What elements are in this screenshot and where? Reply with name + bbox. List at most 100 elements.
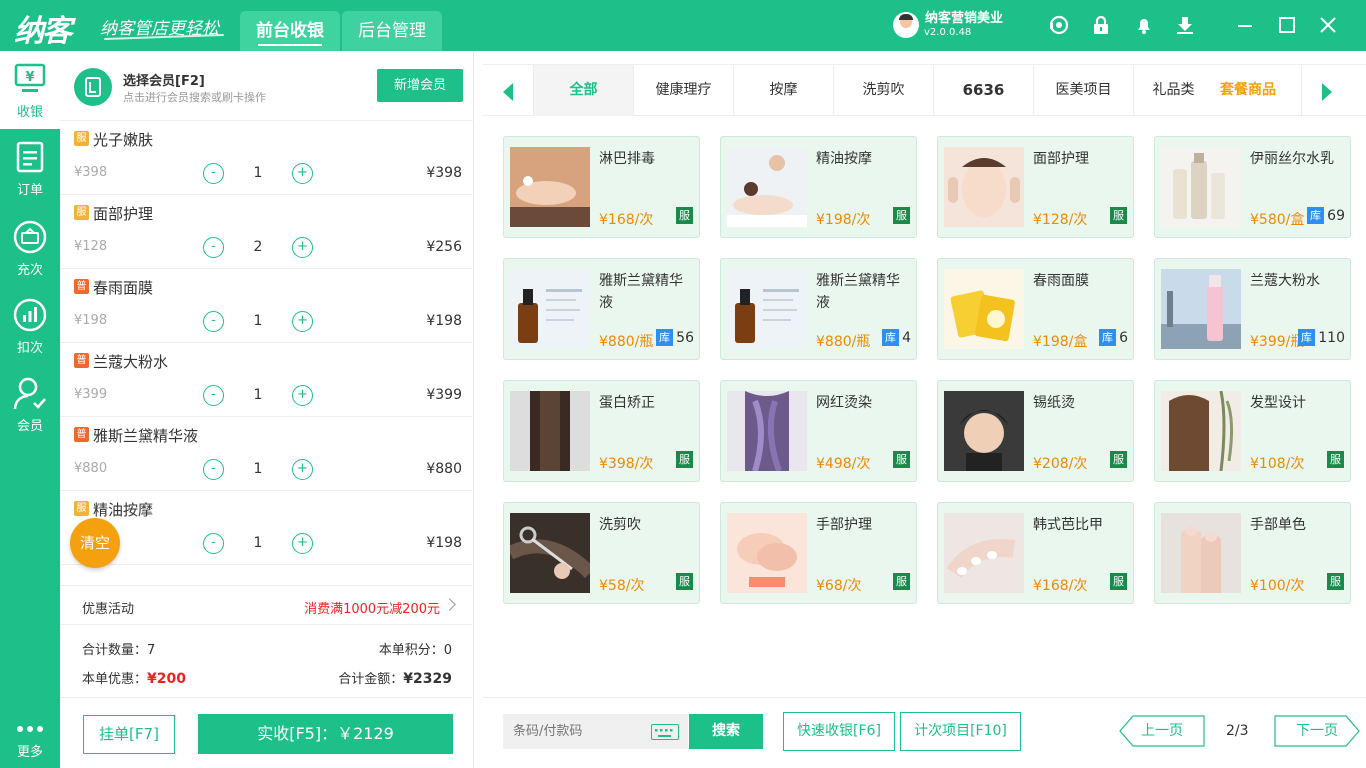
cart-line-item[interactable]: 服面部护理 ¥128 -2 + ¥256 xyxy=(60,195,472,269)
next-page-button[interactable]: 下一页 xyxy=(1274,715,1360,747)
sidebar-item-deduct[interactable]: 扣次 xyxy=(0,287,60,365)
points-value: 0 xyxy=(443,643,452,658)
item-qty[interactable]: 1 xyxy=(240,387,276,403)
tab-category-health[interactable]: 健康理疗 xyxy=(633,65,733,116)
points-label: 本单积分： xyxy=(378,643,444,658)
product-card[interactable]: 洗剪吹 ¥58/次 服 xyxy=(503,502,700,604)
product-card[interactable]: 精油按摩 ¥198/次 服 xyxy=(720,136,917,238)
cart-line-item[interactable]: 普春雨面膜 ¥198 -1 + ¥198 xyxy=(60,269,472,343)
more-icon xyxy=(17,726,43,732)
item-qty[interactable]: 1 xyxy=(240,165,276,181)
promotion-row[interactable]: 优惠活动 消费满1000元减200元 xyxy=(60,585,472,625)
product-price: ¥399/瓶 xyxy=(1250,334,1305,350)
sidebar-item-member[interactable]: 会员 xyxy=(0,365,60,443)
decrease-qty-button[interactable]: - xyxy=(203,533,224,554)
search-button[interactable]: 搜索 xyxy=(689,714,763,749)
product-image xyxy=(944,391,1024,471)
product-card[interactable]: 手部护理 ¥68/次 服 xyxy=(720,502,917,604)
service-badge: 服 xyxy=(676,573,693,590)
product-price: ¥108/次 xyxy=(1250,456,1305,472)
clear-cart-button[interactable]: 清空 xyxy=(70,518,120,568)
bottom-toolbar: 搜索 快速收银[F6] 计次项目[F10] 上一页 2/3 下一页 xyxy=(483,697,1366,768)
pay-button[interactable]: 实收[F5]：￥2129 xyxy=(198,714,453,754)
item-qty[interactable]: 2 xyxy=(240,239,276,255)
support-icon[interactable] xyxy=(1048,14,1070,36)
tab-category-hair[interactable]: 洗剪吹 xyxy=(833,65,933,116)
tab-category-6636[interactable]: 6636 xyxy=(933,65,1033,116)
increase-qty-button[interactable]: + xyxy=(292,163,313,184)
cart-line-item[interactable]: 服精油按摩 -1 + ¥198 xyxy=(60,491,472,565)
category-next-arrow[interactable] xyxy=(1301,65,1351,117)
increase-qty-button[interactable]: + xyxy=(292,459,313,480)
product-name: 面部护理 xyxy=(1033,151,1089,167)
product-card[interactable]: 春雨面膜 ¥198/盒库 6 xyxy=(937,258,1134,360)
product-card[interactable]: 锡纸烫 ¥208/次 服 xyxy=(937,380,1134,482)
product-panel: 全部 健康理疗 按摩 洗剪吹 6636 医美项目 礼品类 套餐商品 淋巴排毒 ¥1… xyxy=(483,51,1366,768)
product-card[interactable]: 淋巴排毒 ¥168/次 服 xyxy=(503,136,700,238)
decrease-qty-button[interactable]: - xyxy=(203,459,224,480)
sidebar-item-orders[interactable]: 订单 xyxy=(0,129,60,207)
minimize-icon[interactable] xyxy=(1234,14,1256,36)
product-name: 伊丽丝尔水乳 xyxy=(1250,151,1334,167)
tab-category-combo[interactable]: 套餐商品 xyxy=(1220,65,1276,116)
product-card[interactable]: 兰蔻大粉水 ¥399/瓶库 110 xyxy=(1154,258,1351,360)
close-icon[interactable] xyxy=(1317,14,1339,36)
product-card[interactable]: 网红烫染 ¥498/次 服 xyxy=(720,380,917,482)
category-prev-arrow[interactable] xyxy=(483,65,533,117)
sidebar-item-label: 订单 xyxy=(16,183,43,198)
product-card[interactable]: 手部单色 ¥100/次 服 xyxy=(1154,502,1351,604)
triangle-left-icon xyxy=(503,83,513,101)
tab-category-medical[interactable]: 医美项目 xyxy=(1033,65,1133,116)
increase-qty-button[interactable]: + xyxy=(292,237,313,258)
barcode-input[interactable] xyxy=(503,714,643,749)
deduct-icon xyxy=(13,298,47,332)
cart-line-item[interactable]: 普兰蔻大粉水 ¥399 -1 + ¥399 xyxy=(60,343,472,417)
cart-line-item[interactable]: 普雅斯兰黛精华液 ¥880 -1 + ¥880 xyxy=(60,417,472,491)
tab-back-management[interactable]: 后台管理 xyxy=(342,11,442,51)
product-card[interactable]: 面部护理 ¥128/次 服 xyxy=(937,136,1134,238)
product-card[interactable]: 雅斯兰黛精华液 ¥880/瓶库 4 xyxy=(720,258,917,360)
hang-order-button[interactable]: 挂单[F7] xyxy=(83,715,175,754)
product-price: ¥880/瓶 xyxy=(816,334,871,350)
bell-icon[interactable] xyxy=(1133,14,1155,36)
cart-line-item[interactable]: 服光子嫩肤 ¥398 -1 + ¥398 xyxy=(60,121,472,195)
product-card[interactable]: 伊丽丝尔水乳 ¥580/盒库 69 xyxy=(1154,136,1351,238)
sidebar-item-more[interactable]: 更多 xyxy=(0,715,60,768)
sidebar-item-label: 收银 xyxy=(16,105,43,120)
sidebar-item-recharge[interactable]: 充次 xyxy=(0,209,60,287)
keyboard-icon[interactable] xyxy=(651,724,679,740)
product-name: 发型设计 xyxy=(1250,395,1306,411)
product-card[interactable]: 发型设计 ¥108/次 服 xyxy=(1154,380,1351,482)
add-member-button[interactable]: 新增会员 xyxy=(377,69,463,102)
item-qty[interactable]: 1 xyxy=(240,313,276,329)
service-badge: 服 xyxy=(1327,573,1344,590)
item-qty[interactable]: 1 xyxy=(240,535,276,551)
decrease-qty-button[interactable]: - xyxy=(203,237,224,258)
tab-category-gift[interactable]: 礼品类 xyxy=(1133,65,1213,116)
decrease-qty-button[interactable]: - xyxy=(203,163,224,184)
decrease-qty-button[interactable]: - xyxy=(203,385,224,406)
download-icon[interactable] xyxy=(1174,14,1196,36)
increase-qty-button[interactable]: + xyxy=(292,533,313,554)
decrease-qty-button[interactable]: - xyxy=(203,311,224,332)
member-select[interactable]: 选择会员[F2] 点击进行会员搜索或刷卡操作 新增会员 xyxy=(60,51,474,121)
user-info[interactable]: 纳客营销美业 v2.0.0.48 xyxy=(893,11,1003,38)
tab-front-cashier[interactable]: 前台收银 xyxy=(240,11,340,51)
tab-category-massage[interactable]: 按摩 xyxy=(733,65,833,116)
item-qty[interactable]: 1 xyxy=(240,461,276,477)
increase-qty-button[interactable]: + xyxy=(292,311,313,332)
member-icon xyxy=(13,377,46,410)
increase-qty-button[interactable]: + xyxy=(292,385,313,406)
quick-cashier-button[interactable]: 快速收银[F6] xyxy=(783,712,895,751)
tab-category-all[interactable]: 全部 xyxy=(533,65,633,116)
product-card[interactable]: 雅斯兰黛精华液 ¥880/瓶库 56 xyxy=(503,258,700,360)
lock-icon[interactable] xyxy=(1090,14,1112,36)
count-items-button[interactable]: 计次项目[F10] xyxy=(900,712,1021,751)
product-card[interactable]: 蛋白矫正 ¥398/次 服 xyxy=(503,380,700,482)
maximize-icon[interactable] xyxy=(1276,14,1298,36)
item-unit-price: ¥398 xyxy=(74,165,108,180)
product-card[interactable]: 韩式芭比甲 ¥168/次 服 xyxy=(937,502,1134,604)
sidebar-item-cashier[interactable]: ¥ 收银 xyxy=(0,51,60,129)
item-type-badge: 服 xyxy=(74,205,89,220)
prev-page-button[interactable]: 上一页 xyxy=(1119,715,1205,747)
